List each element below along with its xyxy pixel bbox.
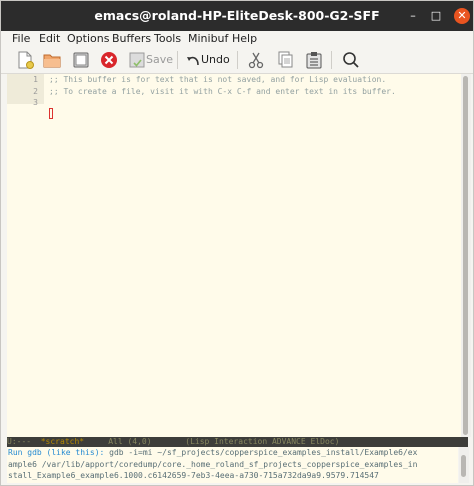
line-number: 2 [33,86,38,96]
emacs-window: emacs@roland-HP-EliteDesk-800-G2-SFF – □… [0,0,474,486]
title-bar[interactable]: emacs@roland-HP-EliteDesk-800-G2-SFF – □… [1,1,473,31]
modeline-position: All (4,0) [108,437,152,446]
close-window-icon[interactable]: ✕ [454,8,470,24]
copy-icon[interactable] [275,50,295,70]
cut-icon[interactable] [246,50,266,70]
save-icon[interactable] [128,50,146,70]
dired-icon[interactable] [71,50,91,70]
window-title: emacs@roland-HP-EliteDesk-800-G2-SFF [94,8,380,23]
vertical-scrollbar[interactable] [461,74,471,437]
code-line[interactable]: ;; To create a file, visit it with C-x C… [49,86,396,98]
minibuffer-input[interactable]: gdb -i=mi ~/sf_projects/copperspice_exam… [104,448,417,457]
modeline-status: U:--- [7,437,32,446]
undo-icon[interactable] [185,50,201,70]
menu-options[interactable]: Options [67,31,109,46]
close-buffer-icon[interactable] [99,50,119,70]
menu-edit[interactable]: Edit [39,31,60,46]
maximize-icon[interactable]: □ [429,9,443,23]
line-number: 1 [33,75,38,84]
scrollbar-thumb[interactable] [463,76,468,435]
toolbar-separator [237,51,238,69]
minibuffer[interactable]: Run gdb (like this): gdb -i=mi ~/sf_proj… [7,447,458,483]
text-cursor [49,108,53,119]
minibuffer-scrollbar[interactable] [459,447,469,483]
menu-buffers[interactable]: Buffers [112,31,151,46]
mode-line: U:--- *scratch* All (4,0) (Lisp Interact… [7,437,468,447]
minibuffer-line-1: Run gdb (like this): gdb -i=mi ~/sf_proj… [8,447,417,459]
line-number: 3 [33,98,38,107]
code-line[interactable]: ;; This buffer is for text that is not s… [49,74,386,86]
menu-tools[interactable]: Tools [154,31,181,46]
new-file-icon[interactable] [15,50,35,70]
menu-bar: File Edit Options Buffers Tools Minibuf … [1,31,473,46]
save-label[interactable]: Save [146,52,173,68]
menu-file[interactable]: File [12,31,30,46]
menu-help[interactable]: Help [232,31,257,46]
minimize-icon[interactable]: – [406,9,420,23]
modeline-buffer-name[interactable]: *scratch* [41,437,84,446]
open-folder-icon[interactable] [42,50,62,70]
search-icon[interactable] [341,50,361,70]
scrollbar-thumb[interactable] [461,455,466,477]
minibuffer-prompt: Run gdb (like this): [8,448,105,457]
minibuffer-line-2[interactable]: ample6 /var/lib/apport/coredump/core._ho… [8,459,417,471]
toolbar-separator [177,51,178,69]
editor-buffer[interactable]: 1 2 3 ;; This buffer is for text that is… [7,74,467,437]
modeline-modes[interactable]: (Lisp Interaction ADVANCE ElDoc) [185,437,339,446]
paste-icon[interactable] [304,50,324,70]
undo-label[interactable]: Undo [201,52,230,68]
minibuffer-line-3[interactable]: stall_Example6_example6.1000.c6142659-7e… [8,470,379,482]
toolbar-separator [331,51,332,69]
menu-minibuf[interactable]: Minibuf [188,31,228,46]
tool-bar: Save Undo [1,46,473,74]
